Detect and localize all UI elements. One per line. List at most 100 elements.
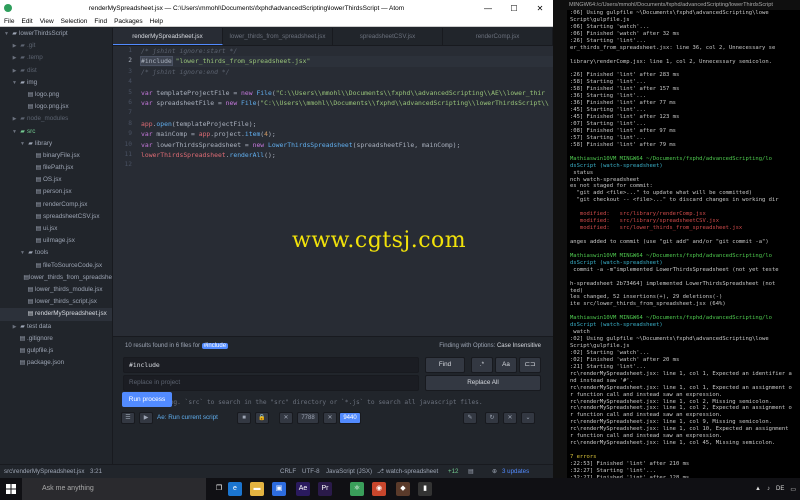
menu-find[interactable]: Find	[94, 18, 107, 25]
tree-folder[interactable]: ▼ ▰ img	[0, 77, 112, 89]
after-effects-icon[interactable]: Ae	[296, 482, 310, 496]
explorer-icon[interactable]: ▬	[250, 482, 264, 496]
volume-icon[interactable]: ♪	[767, 486, 770, 492]
menu-packages[interactable]: Packages	[114, 18, 143, 25]
path-filter-hint[interactable]: ry pattern. eg. `src` to search in the "…	[125, 399, 483, 406]
status-encoding[interactable]: UTF-8	[302, 465, 320, 478]
editor-pane[interactable]: 1 2 3 4 5 6 7 8 9 10 11 12 /* jshint ignore:start *…	[113, 46, 553, 336]
premiere-icon[interactable]: Pr	[318, 482, 332, 496]
task-view-icon[interactable]: ❐	[212, 482, 226, 496]
code-line[interactable]: #include "lower_thirds_from_spreadsheet.…	[140, 56, 553, 67]
git-bash-terminal[interactable]: MINGW64:/c/Users/mmohl/Documents/fxphd/a…	[553, 0, 800, 478]
tree-folder[interactable]: ▼ ▰ library	[0, 138, 112, 150]
menu-edit[interactable]: Edit	[21, 18, 32, 25]
code-line[interactable]: /* jshint ignore:end */	[141, 67, 553, 77]
ae-run-script-label[interactable]: Ae: Run current script	[157, 412, 218, 424]
menu-help[interactable]: Help	[150, 18, 163, 25]
tree-file[interactable]: ▤ logo.png	[0, 89, 112, 101]
close-icon[interactable]: ✕	[279, 412, 293, 424]
menu-view[interactable]: View	[40, 18, 54, 25]
status-grammar[interactable]: JavaScript (JSX)	[326, 465, 372, 478]
stop-icon[interactable]: ■	[237, 412, 251, 424]
pencil-icon[interactable]: ✎	[463, 412, 477, 424]
tree-file[interactable]: ▤ renderMySpreadsheet.jsx	[0, 308, 112, 321]
start-button[interactable]	[0, 478, 22, 500]
tree-folder[interactable]: ▶ ▰ dist	[0, 65, 112, 77]
terminal-icon[interactable]: ▮	[418, 482, 432, 496]
tree-file[interactable]: ▤ lower_thirds_module.jsx	[0, 284, 112, 296]
tree-file[interactable]: ▤ uiImage.jsx	[0, 235, 112, 247]
tree-file[interactable]: ▤ logo.png.jsx	[0, 101, 112, 113]
status-file-path[interactable]: src\renderMySpreadsheet.jsx	[4, 465, 84, 478]
chevron-down-icon[interactable]: ⌄	[521, 412, 535, 424]
find-button[interactable]: Find	[425, 357, 465, 373]
store-icon[interactable]: ▣	[272, 482, 286, 496]
tree-file[interactable]: ▤ renderComp.jsx	[0, 199, 112, 211]
replace-input[interactable]: Replace in project	[123, 375, 419, 391]
tree-folder[interactable]: ▶ ▰ .temp	[0, 52, 112, 64]
tree-file[interactable]: ▤ binaryFile.jsx	[0, 150, 112, 162]
refresh-icon[interactable]: ↻	[485, 412, 499, 424]
git-bash-icon[interactable]: ◆	[396, 482, 410, 496]
find-input[interactable]: #include	[123, 357, 419, 373]
minimize-button[interactable]: —	[475, 4, 501, 13]
editor-tab[interactable]: renderComp.jsx	[443, 28, 553, 45]
editor-tab[interactable]: renderMySpreadsheet.jsx	[113, 28, 223, 45]
terminal-line: :02] Finished 'watch' after 20 ms	[570, 356, 680, 363]
close-icon[interactable]: ✕	[503, 412, 517, 424]
notification-icon[interactable]: ▭	[790, 486, 796, 493]
keyboard-language[interactable]: DE	[776, 486, 784, 492]
status-cursor-position[interactable]: 3:21	[90, 465, 102, 478]
status-branch[interactable]: watch-spreadsheet	[386, 465, 438, 478]
close-icon[interactable]: ✕	[323, 412, 337, 424]
list-icon[interactable]: ☰	[121, 412, 135, 424]
code-line[interactable]: var mainComp = app.project.item(4);	[141, 129, 553, 139]
code-line[interactable]	[141, 160, 553, 170]
code-line[interactable]: var templateProjectFile = new File("C:\\…	[141, 88, 553, 98]
tree-file[interactable]: ▤ .gitignore	[0, 333, 112, 345]
code-line[interactable]: var spreadsheetFile = new File("C:\\User…	[141, 98, 553, 108]
tree-folder[interactable]: ▼ ▰ lowerThirdsScript	[0, 28, 112, 40]
code-area[interactable]: /* jshint ignore:start */#include "lower…	[140, 46, 553, 171]
replace-all-button[interactable]: Replace All	[425, 375, 541, 391]
tree-file[interactable]: ▤ spreadsheetCSV.jsx	[0, 211, 112, 223]
editor-tab[interactable]: spreadsheetCSV.jsx	[333, 28, 443, 45]
code-line[interactable]: /* jshint ignore:start */	[141, 46, 553, 56]
edge-icon[interactable]: e	[228, 482, 242, 496]
whole-word-toggle[interactable]: ⊏⊐	[519, 357, 541, 373]
tree-folder[interactable]: ▶ ▰ test data	[0, 321, 112, 333]
code-line[interactable]: lowerThirdsSpreadsheet.renderAll();	[141, 150, 553, 160]
tree-file[interactable]: ▤ lower_thirds_script.jsx	[0, 296, 112, 308]
code-line[interactable]: app.open(templateProjectFile);	[141, 119, 553, 129]
code-line[interactable]	[141, 77, 553, 87]
lock-icon[interactable]: 🔒	[255, 412, 269, 424]
chrome-icon[interactable]: ◉	[372, 482, 386, 496]
tree-file[interactable]: ▤ ui.jsx	[0, 223, 112, 235]
code-line[interactable]	[141, 108, 553, 118]
tree-folder[interactable]: ▶ ▰ node_modules	[0, 113, 112, 125]
play-icon[interactable]: ▶	[139, 412, 153, 424]
status-line-ending[interactable]: CRLF	[280, 465, 296, 478]
tree-file[interactable]: ▤ package.json	[0, 357, 112, 369]
status-updates[interactable]: 3 updates	[502, 465, 529, 478]
tree-folder[interactable]: ▶ ▰ .git	[0, 40, 112, 52]
network-icon[interactable]: ▲	[755, 486, 761, 492]
code-line[interactable]: var lowerThirdsSpreadsheet = new LowerTh…	[141, 140, 553, 150]
close-button[interactable]: ✕	[527, 4, 553, 13]
tree-file[interactable]: ▤ fileToSourceCode.jsx	[0, 260, 112, 272]
atom-icon[interactable]: ⚛	[350, 482, 364, 496]
menu-selection[interactable]: Selection	[61, 18, 88, 25]
tree-file[interactable]: ▤ OS.jsx	[0, 174, 112, 186]
tree-file[interactable]: ▤ gulpfile.js	[0, 345, 112, 357]
regex-toggle[interactable]: .*	[471, 357, 493, 373]
taskbar-search-box[interactable]: Ask me anything	[22, 478, 206, 500]
case-sensitive-toggle[interactable]: Aa	[495, 357, 517, 373]
editor-tab[interactable]: lower_thirds_from_spreadsheet.jsx	[223, 28, 333, 45]
tree-folder[interactable]: ▼ ▰ tools	[0, 247, 112, 259]
tree-file[interactable]: ▤ lower_thirds_from_spreadshe	[0, 272, 112, 284]
tree-file[interactable]: ▤ filePath.jsx	[0, 162, 112, 174]
maximize-button[interactable]: ☐	[501, 4, 527, 13]
tree-folder[interactable]: ▼ ▰ src	[0, 126, 112, 138]
tree-file[interactable]: ▤ person.jsx	[0, 186, 112, 198]
menu-file[interactable]: File	[4, 18, 14, 25]
